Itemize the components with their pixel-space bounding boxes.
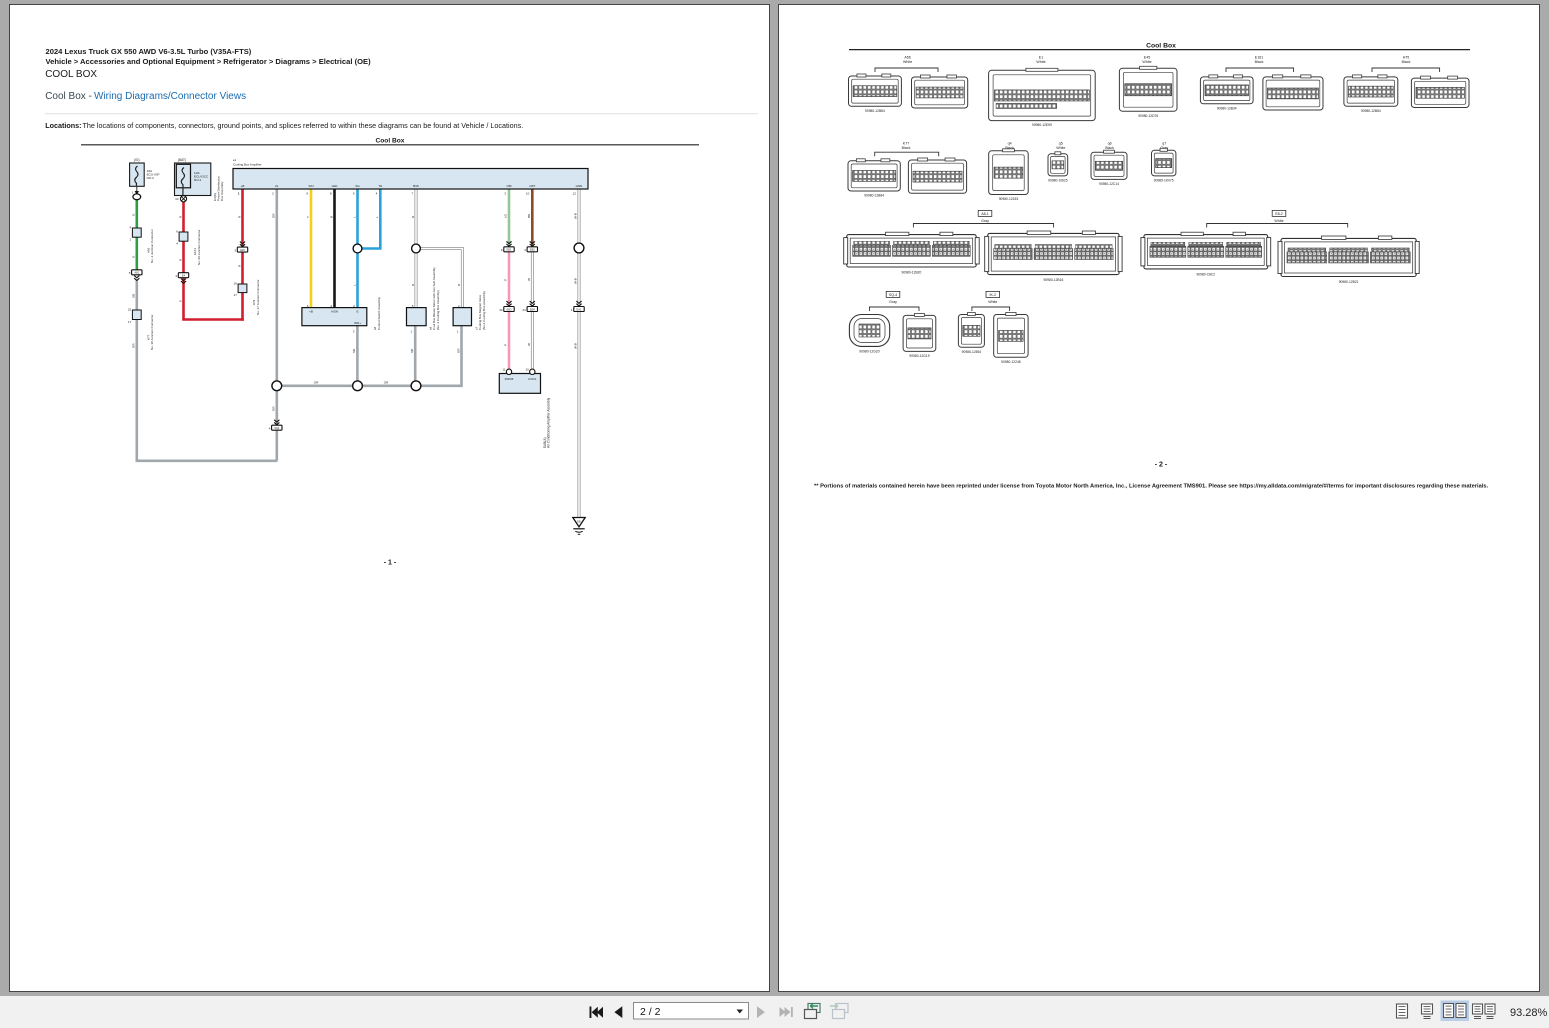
svg-text:2 / 2: 2 / 2 [640, 1006, 661, 1018]
svg-text:93.28%: 93.28% [1510, 1007, 1548, 1019]
